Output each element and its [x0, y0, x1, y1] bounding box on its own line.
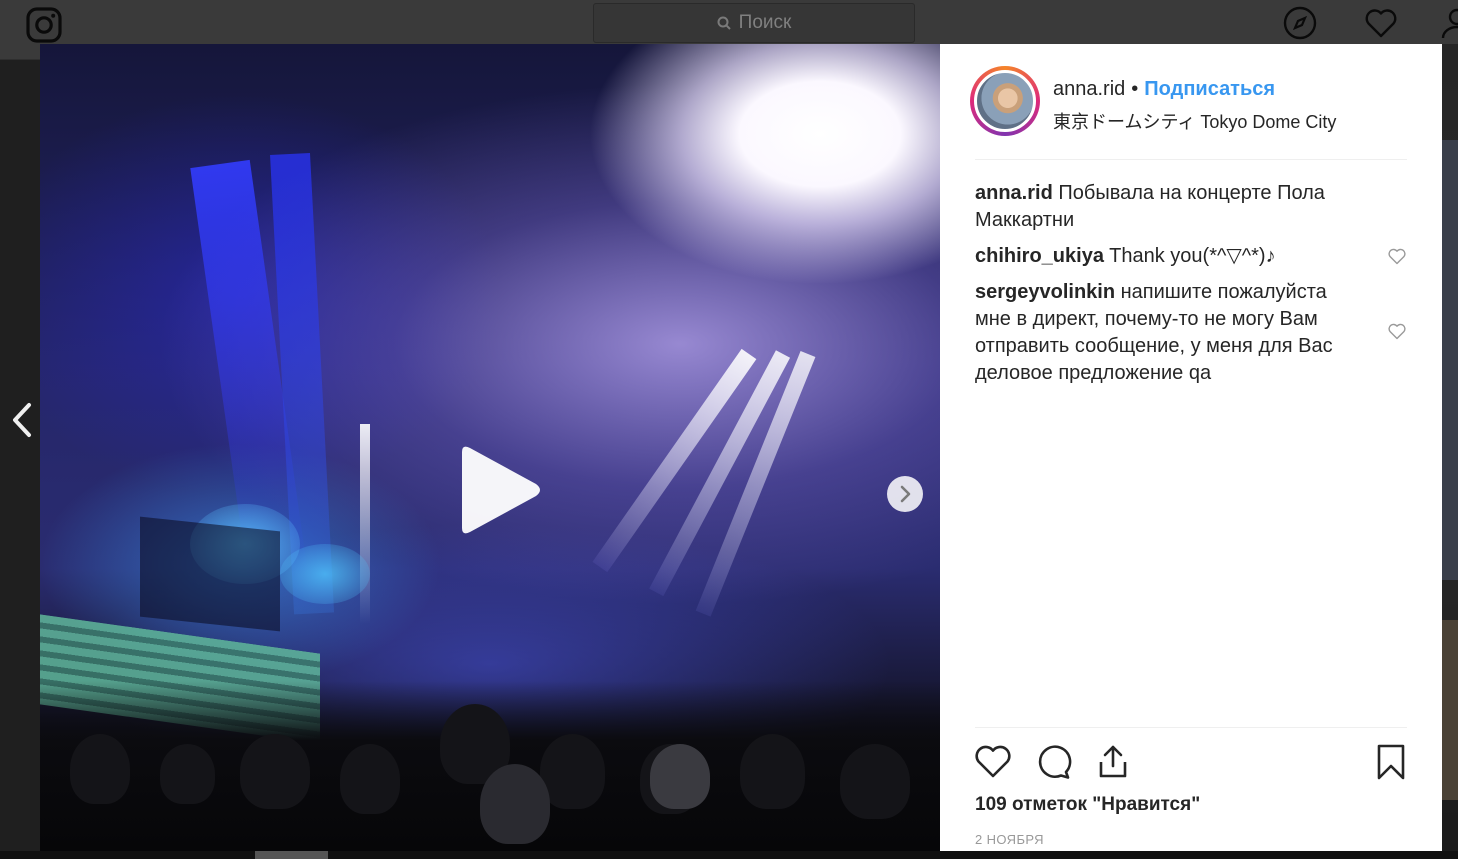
like-heart-icon[interactable]: [973, 742, 1013, 782]
search-icon: [717, 16, 731, 30]
comments-list: anna.rid Побывала на концерте Пола Макка…: [975, 180, 1407, 396]
background-thumbnail: [1442, 140, 1458, 580]
separator-dot: •: [1131, 78, 1139, 100]
likes-count[interactable]: 109 отметок "Нравится": [975, 794, 1200, 816]
avatar[interactable]: [970, 66, 1040, 136]
post-date[interactable]: 2 НОЯБРЯ: [975, 832, 1044, 847]
crowd-head: [650, 744, 710, 809]
search-input[interactable]: Поиск: [593, 3, 915, 43]
stage-screen: [140, 516, 280, 632]
crowd-head: [480, 764, 550, 844]
post-header: anna.rid • Подписаться 東京ドームシティ Tokyo Dome…: [970, 64, 1407, 160]
compass-icon[interactable]: [1283, 6, 1317, 40]
caption-username[interactable]: anna.rid: [975, 182, 1053, 204]
play-icon[interactable]: [448, 442, 544, 538]
comment-username[interactable]: chihiro_ukiya: [975, 245, 1104, 267]
like-comment-heart-icon[interactable]: [1387, 246, 1407, 266]
follow-button[interactable]: Подписаться: [1144, 78, 1275, 100]
stage-light-beam: [360, 424, 370, 624]
horizontal-scrollbar-track: [0, 851, 1458, 859]
user-line: anna.rid • Подписаться: [1053, 78, 1275, 101]
avatar-image: [974, 70, 1036, 132]
search-placeholder: Поиск: [738, 12, 792, 33]
instagram-logo-icon[interactable]: [26, 7, 62, 43]
comment-item: sergeyvolinkin напишите пожалуйста мне в…: [975, 279, 1407, 387]
comment-item: chihiro_ukiya Thank you(*^▽^*)♪: [975, 243, 1407, 270]
post-caption: anna.rid Побывала на концерте Пола Макка…: [975, 180, 1407, 234]
crowd-head: [160, 744, 215, 804]
next-media-button[interactable]: [887, 476, 923, 512]
heart-icon[interactable]: [1364, 6, 1398, 40]
background-thumbnail: [1442, 620, 1458, 800]
profile-icon[interactable]: [1440, 6, 1458, 40]
crowd-head: [740, 734, 805, 809]
location-link[interactable]: 東京ドームシティ Tokyo Dome City: [1053, 108, 1336, 134]
crowd-head: [840, 744, 910, 819]
share-icon[interactable]: [1093, 742, 1133, 782]
comment-icon[interactable]: [1033, 742, 1073, 782]
comment-text: Thank you(*^▽^*)♪: [1109, 245, 1276, 267]
previous-post-button[interactable]: [8, 400, 36, 440]
chevron-left-icon: [13, 403, 31, 437]
crowd-head: [340, 744, 400, 814]
username-link[interactable]: anna.rid: [1053, 78, 1125, 100]
horizontal-scrollbar-thumb[interactable]: [255, 851, 328, 859]
stage-light-beam: [280, 544, 370, 604]
crowd-head: [540, 734, 605, 809]
post-details-panel: anna.rid • Подписаться 東京ドームシティ Tokyo Dome…: [940, 44, 1442, 851]
like-comment-heart-icon[interactable]: [1387, 321, 1407, 341]
post-actions: 109 отметок "Нравится" 2 НОЯБРЯ: [975, 727, 1407, 851]
comment-username[interactable]: sergeyvolinkin: [975, 281, 1115, 303]
chevron-right-icon: [900, 485, 911, 503]
crowd-head: [70, 734, 130, 804]
crowd-head: [240, 734, 310, 809]
post-video[interactable]: [40, 44, 940, 851]
bookmark-icon[interactable]: [1371, 742, 1411, 782]
